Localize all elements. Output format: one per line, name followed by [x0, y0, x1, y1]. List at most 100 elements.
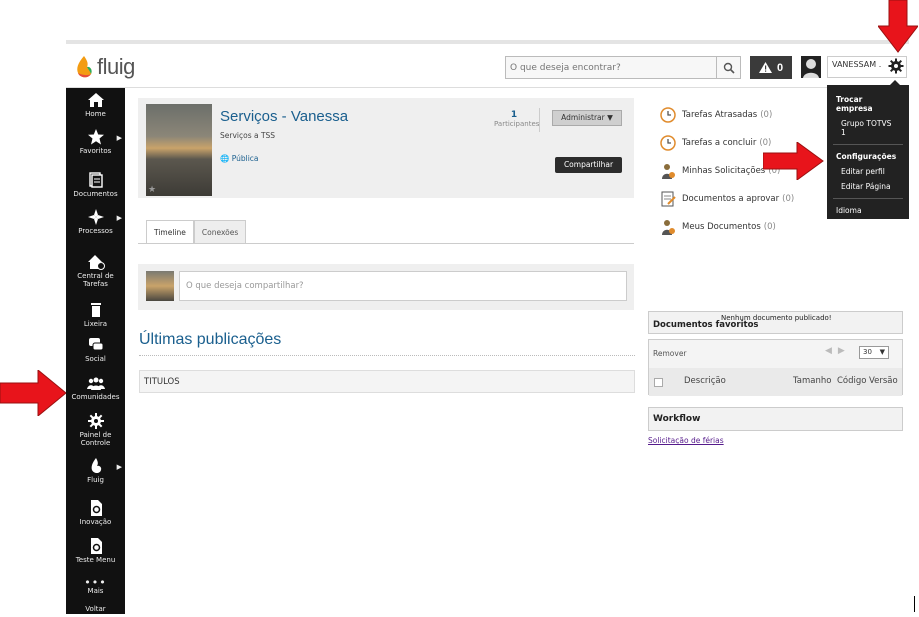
favorite-documents-title: Documentos favoritos — [653, 320, 759, 330]
tab-timeline[interactable]: Timeline — [146, 220, 194, 244]
sidebar-item-label: Comunidades — [71, 393, 120, 401]
table-header: Descrição Tamanho Código Versão — [649, 368, 902, 396]
menu-item-edit-page[interactable]: Editar Página — [827, 179, 909, 194]
clock-icon — [660, 135, 676, 151]
sidebar-item-processos[interactable]: Processos ▶ — [66, 209, 125, 235]
sidebar-item-comunidades[interactable]: Comunidades — [66, 375, 125, 401]
sidebar: Home Favoritos ▶ Documentos Processos ▶ … — [66, 88, 125, 614]
task-item[interactable]: Meus Documentos (0) — [648, 213, 831, 241]
top-bar: fluig 0 VANESSAM . — [66, 44, 909, 88]
clock-icon — [660, 107, 676, 123]
column-versao[interactable]: Versão — [869, 376, 898, 386]
menu-item-edit-profile[interactable]: Editar perfil — [827, 164, 909, 179]
annotation-arrow-left — [0, 370, 67, 416]
fluig-logo-icon — [77, 56, 92, 78]
workflow-link[interactable]: Solicitação de férias — [648, 436, 724, 445]
page-size-select[interactable]: 30 ▼ — [859, 346, 889, 359]
administer-button[interactable]: Administrar ▼ — [552, 110, 622, 126]
alert-count: 0 — [776, 61, 784, 74]
share-button[interactable]: Compartilhar — [555, 157, 622, 173]
select-all-checkbox[interactable] — [654, 378, 663, 387]
search-button[interactable] — [716, 57, 740, 78]
sidebar-item-teste-menu[interactable]: Teste Menu — [66, 538, 125, 564]
sidebar-item-favoritos[interactable]: Favoritos ▶ — [66, 129, 125, 155]
menu-item-sair[interactable]: Sair — [827, 233, 909, 248]
more-icon: ••• — [84, 576, 107, 589]
home-icon — [87, 93, 104, 107]
task-item[interactable]: Tarefas Atrasadas (0) — [648, 101, 831, 129]
caret-down-icon: ▼ — [607, 113, 613, 122]
menu-divider — [833, 198, 903, 199]
participants-count[interactable]: 1 Participantes — [494, 110, 539, 128]
visibility-label: 🌐 Pública — [220, 154, 259, 163]
remove-button[interactable]: Remover — [653, 349, 687, 358]
community-subtitle: Serviços a TSS — [220, 131, 276, 140]
sidebar-item-voltar[interactable]: Voltar — [66, 605, 125, 613]
user-dropdown-menu: Trocar empresa Grupo TOTVS 1 Configuraçõ… — [827, 80, 909, 245]
sidebar-item-inovacao[interactable]: Inovação — [66, 500, 125, 526]
tab-divider — [138, 243, 634, 244]
sidebar-item-label: Social — [85, 355, 106, 363]
documents-icon — [88, 172, 103, 188]
task-item[interactable]: Documentos a aprovar (0) — [648, 185, 831, 213]
sidebar-item-label: Favoritos — [79, 147, 112, 155]
search-input[interactable] — [506, 57, 716, 78]
menu-header-company: Trocar empresa — [836, 95, 873, 113]
sidebar-item-label: Processos — [78, 227, 113, 235]
submenu-arrow-icon: ▶ — [116, 463, 122, 471]
column-codigo[interactable]: Código — [837, 376, 867, 386]
sidebar-item-documentos[interactable]: Documentos — [66, 172, 125, 198]
dropdown-caret — [890, 80, 900, 85]
menu-item-company[interactable]: Grupo TOTVS 1 — [827, 116, 909, 140]
doc-approve-icon — [661, 191, 676, 207]
sidebar-item-fluig[interactable]: Fluig ▶ — [66, 458, 125, 484]
processes-icon — [87, 209, 104, 225]
sidebar-item-social[interactable]: Social — [66, 337, 125, 363]
sidebar-item-label: Fluig — [87, 476, 104, 484]
person-icon — [662, 164, 675, 179]
column-descricao[interactable]: Descrição — [684, 376, 726, 386]
sidebar-item-label: Teste Menu — [75, 556, 116, 564]
tab-bar: Timeline Conexões — [146, 220, 247, 244]
person-icon — [662, 220, 675, 235]
column-tamanho[interactable]: Tamanho — [793, 376, 831, 386]
task-count: (0) — [760, 110, 773, 120]
task-label: Tarefas a concluir — [682, 138, 757, 148]
menu-item-ajuda[interactable]: Ajuda — [827, 218, 909, 233]
tab-conexoes[interactable]: Conexões — [193, 220, 247, 244]
post-composer: O que deseja compartilhar? — [138, 264, 634, 310]
community-cover-image[interactable]: ★ — [146, 104, 212, 196]
user-avatar[interactable] — [801, 56, 821, 78]
globe-icon: 🌐 — [220, 154, 230, 163]
caret-down-icon: ▼ — [879, 348, 885, 356]
sidebar-item-home[interactable]: Home — [66, 92, 125, 118]
sidebar-item-label: Documentos — [73, 190, 118, 198]
divider — [539, 108, 540, 132]
sidebar-item-central-de-tarefas[interactable]: Central de Tarefas — [66, 254, 125, 288]
pagination-arrows[interactable]: ◀▶ — [825, 346, 851, 356]
sidebar-item-label: Central de Tarefas — [77, 272, 114, 288]
titulos-section[interactable]: TITULOS — [139, 370, 635, 393]
alerts-button[interactable]: 0 — [750, 56, 792, 79]
settings-gear-icon[interactable] — [888, 58, 904, 74]
sidebar-item-painel-de-controle[interactable]: Painel de Controle — [66, 413, 125, 447]
sidebar-item-label: Home — [85, 110, 106, 118]
menu-test-icon — [90, 538, 102, 554]
favorite-star-icon[interactable]: ★ — [148, 185, 156, 195]
menu-item-idioma[interactable]: Idioma — [827, 203, 909, 218]
page-size-value: 30 — [863, 348, 872, 356]
annotation-arrow-down — [878, 0, 918, 53]
avatar-silhouette-icon — [803, 59, 819, 78]
feed-title: Últimas publicações — [139, 331, 282, 348]
sidebar-item-lixeira[interactable]: Lixeira — [66, 302, 125, 328]
visibility-text: Pública — [231, 154, 259, 163]
star-icon — [87, 129, 104, 145]
task-count: (0) — [763, 222, 776, 232]
sidebar-item-label: Inovação — [79, 518, 112, 526]
administer-label: Administrar — [561, 113, 605, 122]
workflow-header: Workflow — [648, 407, 903, 431]
gear-icon — [87, 413, 104, 429]
post-input[interactable]: O que deseja compartilhar? — [179, 271, 627, 301]
fluig-logo[interactable]: fluig — [74, 52, 135, 82]
sidebar-item-mais[interactable]: ••• Mais — [66, 576, 125, 595]
